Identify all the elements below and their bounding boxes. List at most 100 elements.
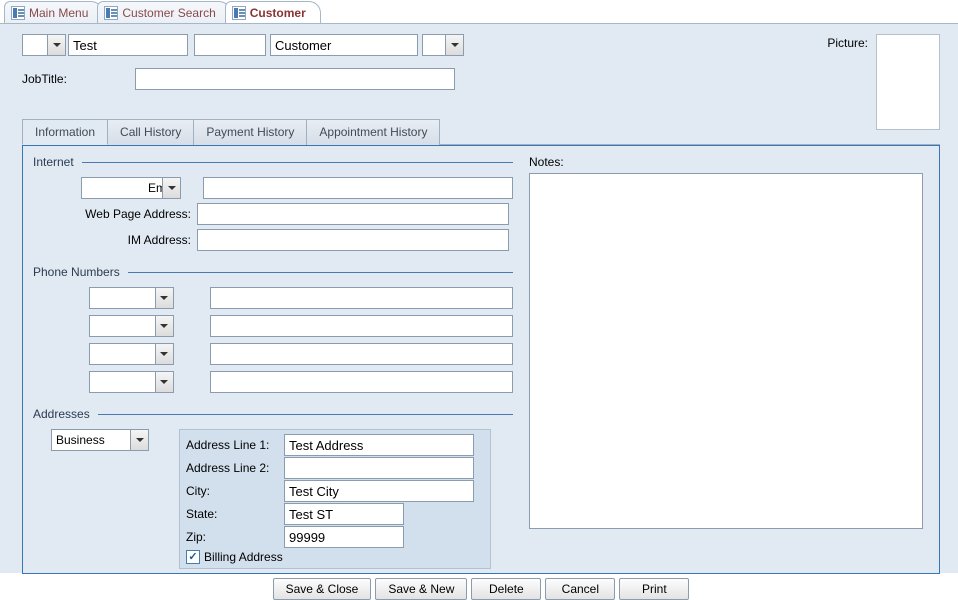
addr-city-label: City: bbox=[186, 484, 282, 498]
dropdown-icon[interactable] bbox=[155, 316, 173, 336]
prefix-combo[interactable] bbox=[22, 34, 66, 56]
job-title-row: JobTitle: bbox=[22, 68, 940, 90]
group-header-addresses: Addresses bbox=[33, 407, 513, 421]
addr-zip-input[interactable] bbox=[284, 526, 404, 548]
tab-main-menu[interactable]: Main Menu bbox=[4, 1, 103, 23]
group-label: Addresses bbox=[33, 407, 90, 421]
save-new-button[interactable]: Save & New bbox=[375, 578, 467, 600]
tab-customer-search[interactable]: Customer Search bbox=[97, 1, 230, 23]
email-row: Email bbox=[33, 177, 513, 199]
addr-state-row: State: bbox=[186, 503, 484, 525]
save-close-button[interactable]: Save & Close bbox=[273, 578, 372, 600]
phone-type-combo[interactable] bbox=[89, 343, 174, 365]
left-column: Internet Email Web Page Address: bbox=[33, 155, 513, 569]
addr-city-input[interactable] bbox=[284, 480, 474, 502]
dropdown-icon[interactable] bbox=[445, 35, 463, 55]
phone-input[interactable] bbox=[210, 287, 513, 309]
last-name-input[interactable] bbox=[270, 34, 418, 56]
im-row: IM Address: bbox=[33, 229, 513, 251]
picture-box[interactable] bbox=[876, 34, 940, 130]
form-area: Picture: JobTitle: Information Call Hist… bbox=[0, 24, 958, 573]
phone-input[interactable] bbox=[210, 343, 513, 365]
phone-type-combo[interactable] bbox=[89, 315, 174, 337]
addr-zip-row: Zip: bbox=[186, 526, 484, 548]
group-label: Internet bbox=[33, 155, 74, 169]
web-row: Web Page Address: bbox=[33, 203, 513, 225]
addr-state-label: State: bbox=[186, 507, 282, 521]
addr-state-input[interactable] bbox=[284, 503, 404, 525]
addr-line2-input[interactable] bbox=[284, 457, 474, 479]
inner-tabs: Information Call History Payment History… bbox=[22, 118, 940, 145]
addr-line1-label: Address Line 1: bbox=[186, 438, 282, 452]
form-icon bbox=[104, 6, 118, 20]
picture-label: Picture: bbox=[827, 34, 868, 50]
divider bbox=[82, 162, 513, 163]
dropdown-icon[interactable] bbox=[162, 178, 180, 198]
billing-row: Billing Address bbox=[186, 550, 484, 564]
address-row: Business Address Line 1: Address Line 2: bbox=[33, 429, 513, 569]
form-icon bbox=[11, 6, 25, 20]
suffix-combo[interactable] bbox=[422, 34, 464, 56]
job-title-label: JobTitle: bbox=[22, 72, 67, 86]
action-buttons: Save & Close Save & New Delete Cancel Pr… bbox=[22, 578, 940, 600]
first-name-input[interactable] bbox=[68, 34, 188, 56]
delete-button[interactable]: Delete bbox=[471, 578, 541, 600]
name-row: Picture: bbox=[22, 34, 940, 56]
addr-zip-label: Zip: bbox=[186, 530, 282, 544]
divider bbox=[128, 272, 513, 273]
address-type-combo[interactable]: Business bbox=[51, 429, 149, 451]
internet-group: Internet Email Web Page Address: bbox=[33, 155, 513, 251]
tab-label: Customer bbox=[250, 6, 306, 20]
email-type-combo[interactable]: Email bbox=[81, 177, 181, 199]
window-tabs: Main Menu Customer Search Customer bbox=[0, 0, 958, 24]
notes-textarea[interactable] bbox=[529, 173, 923, 529]
cancel-button[interactable]: Cancel bbox=[545, 578, 615, 600]
dropdown-icon[interactable] bbox=[155, 288, 173, 308]
tab-label: Main Menu bbox=[29, 6, 88, 20]
im-input[interactable] bbox=[197, 229, 509, 251]
right-column: Notes: bbox=[529, 155, 923, 569]
phone-row-1 bbox=[33, 287, 513, 309]
name-fields bbox=[22, 34, 464, 56]
tab-customer[interactable]: Customer bbox=[225, 1, 321, 23]
tab-content: Internet Email Web Page Address: bbox=[22, 145, 940, 574]
tab-information[interactable]: Information bbox=[22, 119, 108, 145]
addr-line2-row: Address Line 2: bbox=[186, 457, 484, 479]
picture-block: Picture: bbox=[827, 34, 940, 130]
phone-input[interactable] bbox=[210, 315, 513, 337]
dropdown-icon[interactable] bbox=[130, 430, 148, 450]
phone-row-2 bbox=[33, 315, 513, 337]
dropdown-icon[interactable] bbox=[155, 372, 173, 392]
web-label: Web Page Address: bbox=[33, 207, 195, 221]
group-header-phone: Phone Numbers bbox=[33, 265, 513, 279]
im-label: IM Address: bbox=[33, 233, 195, 247]
email-input[interactable] bbox=[203, 177, 513, 199]
addr-city-row: City: bbox=[186, 480, 484, 502]
dropdown-icon[interactable] bbox=[155, 344, 173, 364]
tab-payment-history[interactable]: Payment History bbox=[193, 119, 307, 145]
phone-type-combo[interactable] bbox=[89, 371, 174, 393]
addr-line1-row: Address Line 1: bbox=[186, 434, 484, 456]
group-label: Phone Numbers bbox=[33, 265, 120, 279]
tab-call-history[interactable]: Call History bbox=[107, 119, 194, 145]
print-button[interactable]: Print bbox=[619, 578, 689, 600]
web-input[interactable] bbox=[197, 203, 509, 225]
divider bbox=[98, 414, 513, 415]
tab-appointment-history[interactable]: Appointment History bbox=[306, 119, 440, 145]
phone-input[interactable] bbox=[210, 371, 513, 393]
phone-type-combo[interactable] bbox=[89, 287, 174, 309]
job-title-input[interactable] bbox=[135, 68, 455, 90]
tab-label: Customer Search bbox=[122, 6, 215, 20]
notes-label: Notes: bbox=[529, 155, 923, 169]
billing-checkbox[interactable] bbox=[186, 550, 200, 564]
address-panel: Address Line 1: Address Line 2: City: bbox=[179, 429, 491, 569]
phone-group: Phone Numbers bbox=[33, 265, 513, 393]
dropdown-icon[interactable] bbox=[47, 35, 65, 55]
addresses-group: Addresses Business Address Line 1: bbox=[33, 407, 513, 569]
addr-line1-input[interactable] bbox=[284, 434, 474, 456]
form-icon bbox=[232, 6, 246, 20]
group-header-internet: Internet bbox=[33, 155, 513, 169]
middle-name-input[interactable] bbox=[194, 34, 266, 56]
billing-label: Billing Address bbox=[204, 550, 283, 564]
phone-row-3 bbox=[33, 343, 513, 365]
